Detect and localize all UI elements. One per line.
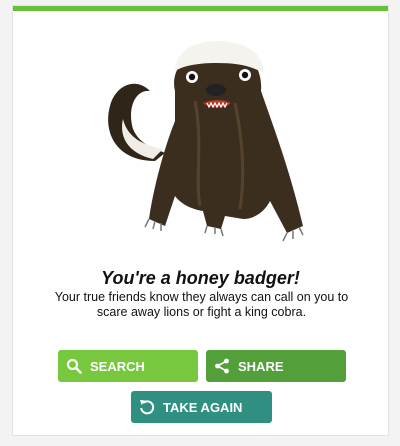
search-button[interactable]: SEARCH	[58, 350, 198, 382]
accent-bar	[13, 6, 388, 11]
result-card: You're a honey badger! Your true friends…	[12, 5, 389, 436]
result-title: You're a honey badger!	[101, 268, 300, 288]
share-button[interactable]: SHARE	[206, 350, 346, 382]
take-again-button-label: TAKE AGAIN	[163, 399, 243, 415]
share-icon	[215, 358, 229, 374]
honey-badger-illustration	[108, 41, 304, 242]
restart-icon	[140, 400, 155, 415]
search-button-label: SEARCH	[90, 358, 145, 374]
result-description: Your true friends know they always can c…	[54, 290, 349, 319]
take-again-button[interactable]: TAKE AGAIN	[131, 391, 272, 423]
search-icon	[66, 358, 82, 374]
share-button-label: SHARE	[238, 358, 284, 374]
